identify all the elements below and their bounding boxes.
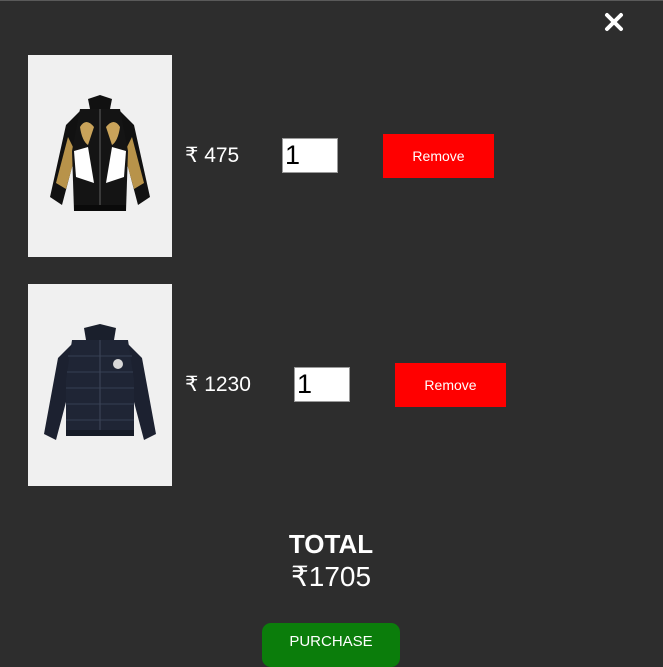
quantity-input[interactable] xyxy=(282,138,338,173)
track-jacket-image xyxy=(28,55,172,257)
close-button[interactable] xyxy=(603,11,625,33)
product-image xyxy=(28,284,172,486)
puffer-jacket-image xyxy=(28,284,172,486)
modal-top-border xyxy=(0,0,663,1)
total-value: ₹1705 xyxy=(290,561,372,592)
item-price: ₹ 475 xyxy=(185,144,240,167)
quantity-input[interactable] xyxy=(294,367,350,402)
order-summary: TOTAL ₹1705 xyxy=(231,528,431,594)
remove-button[interactable]: Remove xyxy=(395,363,506,407)
remove-button[interactable]: Remove xyxy=(383,134,494,178)
product-image xyxy=(28,55,172,257)
close-icon xyxy=(605,13,623,31)
cart-item: ₹ 1230 Remove xyxy=(28,284,628,486)
total-label: TOTAL xyxy=(288,529,374,559)
purchase-button[interactable]: PURCHASE xyxy=(262,623,400,667)
item-price: ₹ 1230 xyxy=(185,373,251,396)
cart-item: ₹ 475 Remove xyxy=(28,55,628,257)
